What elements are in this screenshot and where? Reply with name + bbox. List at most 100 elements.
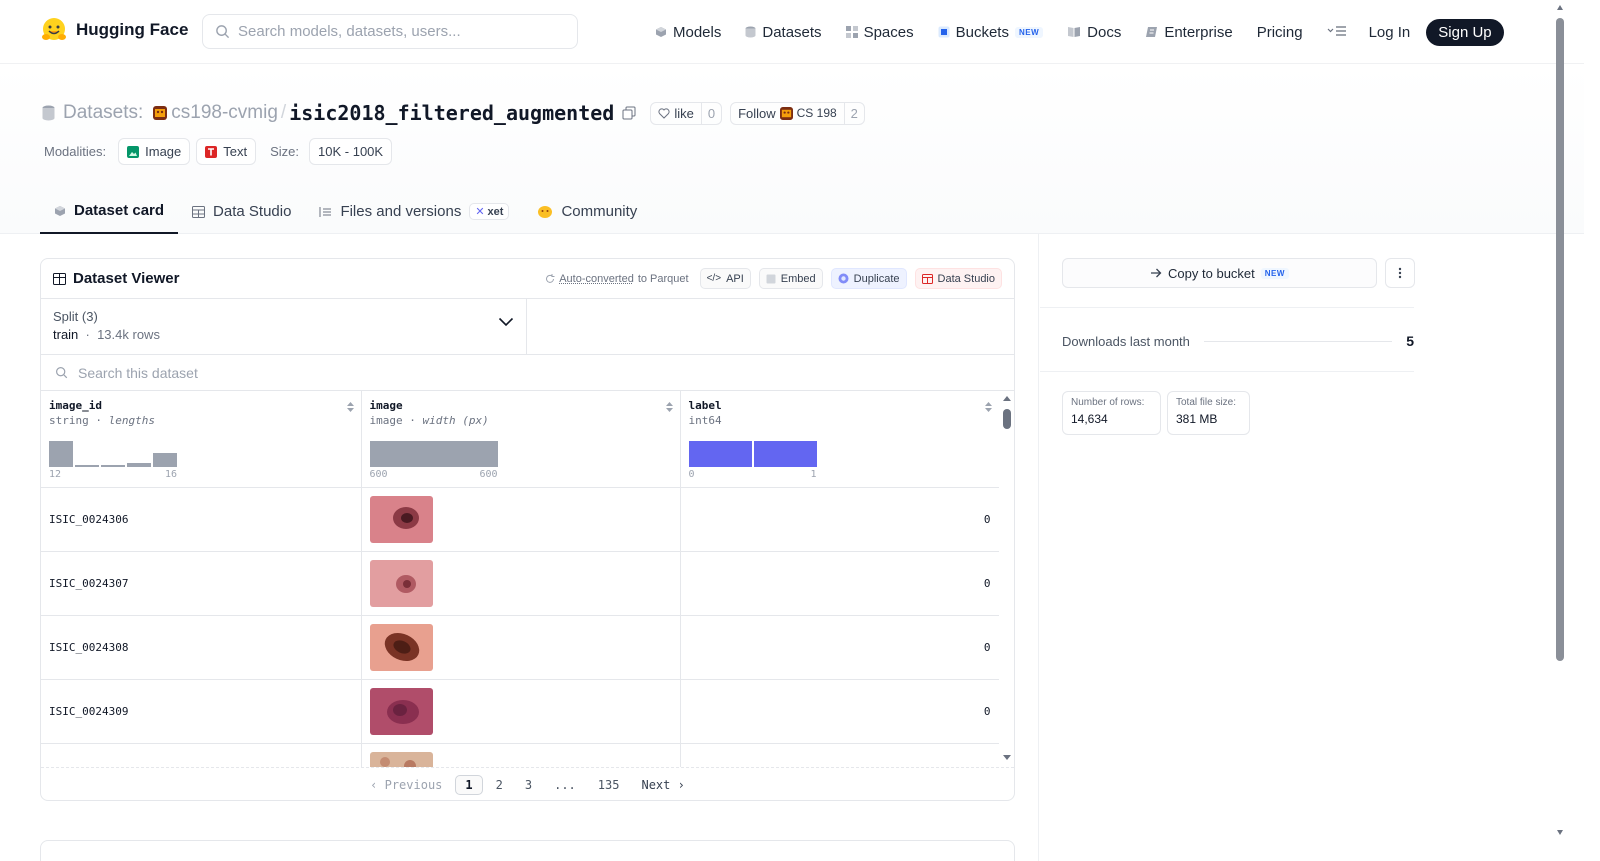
nav-pricing[interactable]: Pricing bbox=[1257, 24, 1303, 41]
page-2-button[interactable]: 2 bbox=[487, 776, 512, 794]
cell-image[interactable] bbox=[361, 679, 680, 743]
copy-to-bucket-button[interactable]: Copy to bucket NEW bbox=[1062, 258, 1377, 288]
table-row[interactable] bbox=[41, 743, 999, 767]
tab-files[interactable]: Files and versions ✕ xet bbox=[305, 189, 523, 234]
nav-datasets[interactable]: Datasets bbox=[745, 24, 821, 41]
histogram-max: 600 bbox=[479, 469, 497, 480]
api-button[interactable]: </> API bbox=[700, 268, 751, 289]
downloads-stat: Downloads last month 5 bbox=[1062, 330, 1414, 352]
column-name: image bbox=[370, 399, 672, 412]
histogram-range: 12 16 bbox=[49, 469, 177, 480]
page-1-button[interactable]: 1 bbox=[455, 775, 482, 795]
follow-button[interactable]: Follow CS 198 2 bbox=[730, 102, 865, 125]
rows-stat: Number of rows: 14,634 bbox=[1062, 391, 1161, 435]
width-histogram[interactable] bbox=[370, 441, 500, 467]
nav-docs-label: Docs bbox=[1087, 24, 1121, 41]
tab-community[interactable]: Community bbox=[523, 189, 651, 234]
embed-button-label: Embed bbox=[781, 273, 816, 285]
nav-spaces[interactable]: Spaces bbox=[846, 24, 914, 41]
hugging-face-logo-icon bbox=[40, 16, 68, 44]
table-row[interactable]: ISIC_0024307 0 bbox=[41, 551, 999, 615]
nav-buckets[interactable]: Buckets NEW bbox=[938, 24, 1044, 41]
dataset-search[interactable] bbox=[41, 355, 1014, 391]
next-page-button[interactable]: Next › bbox=[632, 776, 693, 794]
cell-image-id: ISIC_0024306 bbox=[41, 487, 361, 551]
nav-links: Models Datasets Spaces Buckets NEW Docs … bbox=[655, 20, 1504, 44]
cell-image-id: ISIC_0024307 bbox=[41, 551, 361, 615]
nav-buckets-label: Buckets bbox=[956, 24, 1009, 41]
column-name: label bbox=[689, 399, 991, 412]
duplicate-button-label: Duplicate bbox=[854, 273, 900, 285]
signup-button[interactable]: Sign Up bbox=[1426, 19, 1503, 46]
cell-label: 0 bbox=[680, 615, 999, 679]
more-menu-icon[interactable] bbox=[1327, 25, 1347, 40]
cell-image-id: ISIC_0024308 bbox=[41, 615, 361, 679]
breadcrumb-section[interactable]: Datasets: bbox=[63, 102, 143, 124]
cube-icon bbox=[655, 26, 667, 38]
label-histogram[interactable] bbox=[689, 441, 819, 467]
tab-dataset-card[interactable]: Dataset card bbox=[40, 189, 178, 234]
cell-image[interactable] bbox=[361, 551, 680, 615]
duplicate-button[interactable]: Duplicate bbox=[831, 268, 907, 289]
more-options-button[interactable] bbox=[1385, 258, 1415, 288]
lesion-thumbnail[interactable] bbox=[370, 496, 433, 543]
table-icon bbox=[922, 274, 933, 284]
sort-icon[interactable] bbox=[984, 401, 993, 413]
global-search-input[interactable] bbox=[238, 23, 558, 40]
table-row[interactable]: ISIC_0024309 0 bbox=[41, 679, 999, 743]
cell-image[interactable] bbox=[361, 615, 680, 679]
split-select[interactable]: Split (3) train · 13.4k rows bbox=[41, 299, 527, 354]
dataset-search-input[interactable] bbox=[78, 365, 478, 381]
embed-button[interactable]: Embed bbox=[759, 268, 823, 289]
sort-icon[interactable] bbox=[346, 401, 355, 413]
table-row[interactable]: ISIC_0024308 0 bbox=[41, 615, 999, 679]
column-header-image-id[interactable]: image_id string · lengths 12 16 bbox=[41, 391, 361, 487]
lesion-thumbnail[interactable] bbox=[370, 752, 433, 768]
lesion-thumbnail[interactable] bbox=[370, 688, 433, 735]
data-studio-button[interactable]: Data Studio bbox=[915, 268, 1002, 289]
page-3-button[interactable]: 3 bbox=[516, 776, 541, 794]
length-histogram[interactable] bbox=[49, 441, 179, 467]
nav-models[interactable]: Models bbox=[655, 24, 721, 41]
dataset-name[interactable]: isic2018_filtered_augmented bbox=[289, 101, 614, 125]
sort-icon[interactable] bbox=[665, 401, 674, 413]
nav-enterprise[interactable]: Enterprise bbox=[1145, 24, 1232, 41]
tab-data-studio[interactable]: Data Studio bbox=[178, 189, 305, 234]
image-icon bbox=[127, 146, 139, 158]
size-tag[interactable]: 10K - 100K bbox=[309, 138, 392, 165]
text-icon bbox=[205, 146, 217, 158]
page-135-button[interactable]: 135 bbox=[589, 776, 629, 794]
column-header-image[interactable]: image image · width (px) 600 600 bbox=[361, 391, 680, 487]
previous-page-button[interactable]: ‹ Previous bbox=[361, 776, 451, 794]
duplicate-icon bbox=[838, 273, 849, 284]
breadcrumb-owner[interactable]: cs198-cvmig bbox=[153, 102, 278, 124]
table-row[interactable]: ISIC_0024306 0 bbox=[41, 487, 999, 551]
page-scroll-up-arrow bbox=[1557, 5, 1563, 10]
cell-image-id: ISIC_0024309 bbox=[41, 679, 361, 743]
auto-converted-link[interactable]: Auto-converted bbox=[559, 273, 634, 285]
database-icon bbox=[745, 26, 756, 38]
repo-tabs: Dataset card Data Studio Files and versi… bbox=[40, 189, 651, 234]
copy-icon[interactable] bbox=[622, 106, 636, 120]
org-avatar-icon bbox=[153, 106, 167, 120]
cell-image[interactable] bbox=[361, 487, 680, 551]
rows-stat-label: Number of rows: bbox=[1071, 397, 1152, 408]
nav-docs[interactable]: Docs bbox=[1067, 24, 1121, 41]
page-scrollbar[interactable] bbox=[1555, 0, 1565, 861]
like-count: 0 bbox=[701, 103, 721, 124]
lesion-thumbnail[interactable] bbox=[370, 624, 433, 671]
cell-image[interactable] bbox=[361, 743, 680, 767]
like-button[interactable]: like 0 bbox=[650, 102, 722, 125]
modality-image-tag[interactable]: Image bbox=[118, 138, 190, 165]
global-search[interactable] bbox=[202, 14, 578, 49]
split-label: Split (3) bbox=[53, 309, 514, 324]
login-link[interactable]: Log In bbox=[1369, 24, 1411, 41]
downloads-count: 5 bbox=[1406, 333, 1414, 349]
column-header-label[interactable]: label int64 0 1 bbox=[680, 391, 999, 487]
follow-count: 2 bbox=[844, 103, 864, 124]
histogram-min: 0 bbox=[689, 469, 695, 480]
modality-text-tag[interactable]: Text bbox=[196, 138, 256, 165]
table-scrollbar[interactable] bbox=[1000, 391, 1014, 767]
lesion-thumbnail[interactable] bbox=[370, 560, 433, 607]
logo[interactable]: Hugging Face bbox=[40, 16, 188, 44]
